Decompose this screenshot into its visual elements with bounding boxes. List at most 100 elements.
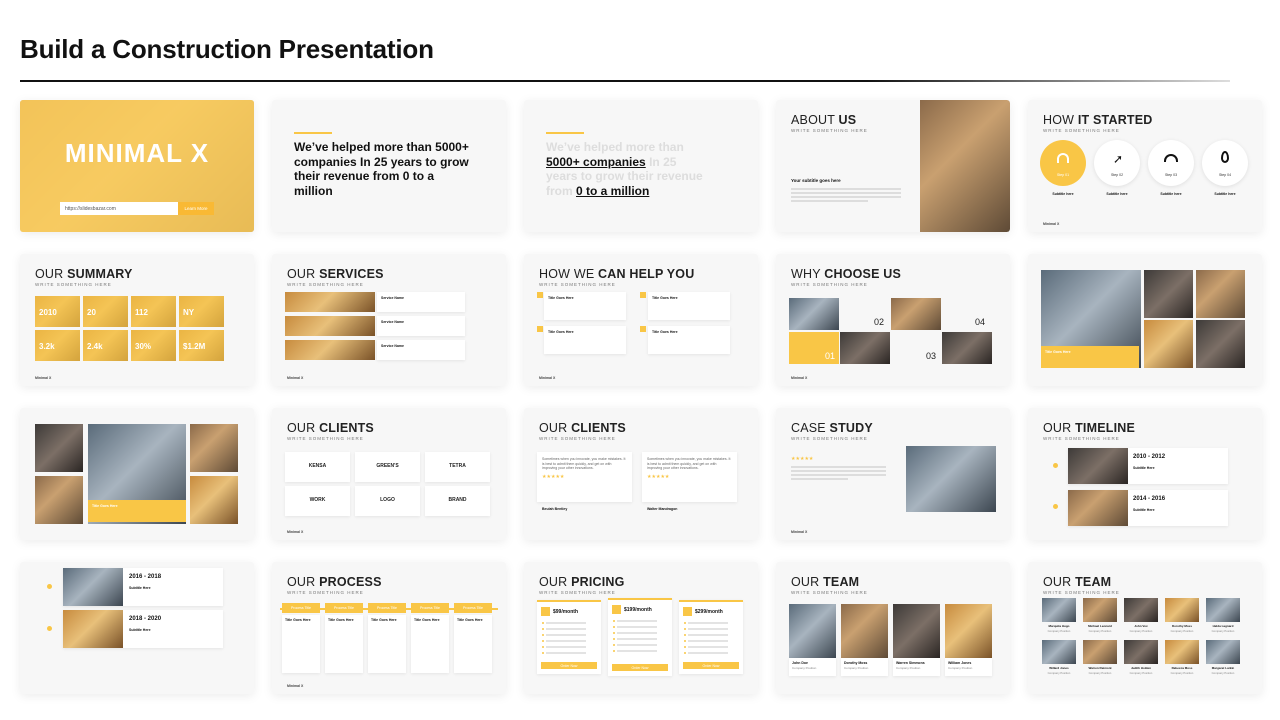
photo-caption: Title Goes Here	[1045, 350, 1071, 354]
why-photo	[789, 298, 839, 330]
step-circle-2: ➚ Step 02	[1094, 140, 1140, 186]
service-photo	[285, 316, 375, 336]
cover-learn-button[interactable]: Learn More	[178, 202, 214, 215]
pricing-bullet	[684, 640, 686, 642]
photo-caption-box: Title Goes Here	[88, 500, 186, 522]
slide-subheading: WRITE SOMETHING HERE	[287, 282, 364, 287]
pricing-order-label: Order Now	[702, 663, 720, 668]
slide-clients-1[interactable]: OUR CLIENTS WRITE SOMETHING HERE KENSA GR…	[272, 408, 506, 540]
summary-value: 2.4k	[87, 342, 103, 351]
slide-pricing[interactable]: OUR PRICING WRITE SOMETHING HERE $99/mon…	[524, 562, 758, 694]
slide-stats-dark[interactable]: We’ve helped more than 5000+ companies I…	[272, 100, 506, 232]
slide-subheading: WRITE SOMETHING HERE	[1043, 128, 1120, 133]
slide-subheading: WRITE SOMETHING HERE	[539, 436, 616, 441]
pricing-feature	[617, 638, 657, 640]
star-rating: ★★★★★	[647, 473, 670, 480]
slide-footer: Minimal X	[287, 684, 304, 688]
pricing-bullet	[684, 646, 686, 648]
slide-footer: Minimal X	[287, 376, 304, 380]
slide-heading: OUR SERVICES	[287, 267, 384, 281]
pricing-bullet	[542, 652, 544, 654]
slide-heading: OUR SUMMARY	[35, 267, 133, 281]
pricing-bullet	[542, 634, 544, 636]
team-name: Rebecca Moss	[1171, 666, 1193, 670]
step-subtitle: Subtitle here	[1106, 192, 1128, 196]
cover-title: MINIMAL X	[64, 138, 210, 168]
slide-process[interactable]: OUR PROCESS WRITE SOMETHING HERE Process…	[272, 562, 506, 694]
timeline-card: 2016 - 2018 Subtitle Here	[63, 568, 223, 606]
process-card: Title Goes Here	[325, 615, 363, 673]
step-subtitle: Subtitle here	[1052, 192, 1074, 196]
timeline-subtitle: Subtitle Here	[129, 628, 151, 632]
team-position: Company Position	[792, 666, 817, 670]
process-item-title: Title Goes Here	[371, 618, 397, 622]
timeline-photo	[1068, 490, 1128, 526]
slide-summary[interactable]: OUR SUMMARY WRITE SOMETHING HERE 2010 20 1…	[20, 254, 254, 386]
slide-team-2[interactable]: OUR TEAM WRITE SOMETHING HERE Marquita H…	[1028, 562, 1262, 694]
summary-tiles: 2010 20 112 NY 3.2k 2.4k 30% $1.2M	[35, 296, 225, 362]
team-position: Company Position	[1211, 629, 1235, 633]
slide-help[interactable]: HOW WE CAN HELP YOU WRITE SOMETHING HERE…	[524, 254, 758, 386]
team-name: John Vox	[1134, 624, 1148, 628]
step-label: Step 01	[1056, 173, 1070, 177]
stats-highlight1: 5000+ companies	[546, 154, 646, 169]
slide-photos-1[interactable]: Title Goes Here	[1028, 254, 1262, 386]
timeline-dot	[47, 584, 52, 589]
slide-cover[interactable]: MINIMAL X https://slidesbazar.com Learn …	[20, 100, 254, 232]
team-photo	[1206, 598, 1240, 622]
pricing-bullet	[684, 622, 686, 624]
pricing-bullet	[613, 644, 615, 646]
slide-about[interactable]: ABOUT US WRITE SOMETHING HERE Your subti…	[776, 100, 1010, 232]
help-card: Title Goes Here	[648, 326, 730, 354]
team-position: Company Position	[1170, 629, 1194, 633]
slide-case-study[interactable]: CASE STUDY WRITE SOMETHING HERE ★★★★★ Mi…	[776, 408, 1010, 540]
slide-photos-2[interactable]: Title Goes Here	[20, 408, 254, 540]
team-name: William Jones	[948, 661, 972, 665]
photo-caption: Title Goes Here	[92, 504, 118, 508]
pricing-feature	[617, 644, 657, 646]
title-divider	[20, 80, 1230, 82]
team-position: Company Position	[1129, 671, 1153, 675]
process-card: Title Goes Here	[282, 615, 320, 673]
summary-value: 112	[135, 308, 148, 317]
step-circle-4: Step 04	[1202, 140, 1248, 186]
help-marker	[537, 292, 543, 298]
service-card: Service Name	[377, 292, 465, 312]
team-photo	[1124, 640, 1158, 664]
summary-value: 30%	[135, 342, 152, 351]
process-step-label: Process Title	[376, 606, 398, 610]
pricing-order-button[interactable]: Order Now	[612, 664, 668, 671]
pricing-price: $299/month	[695, 609, 723, 615]
slide-stats-light[interactable]: We’ve helped more than 5000+ companies I…	[524, 100, 758, 232]
timeline-period: 2018 - 2020	[129, 616, 162, 622]
stats-light-text: We’ve helped more than 5000+ companies I…	[546, 140, 736, 198]
slide-timeline-2[interactable]: 2016 - 2018 Subtitle Here 2018 - 2020 Su…	[20, 562, 254, 694]
photo-small	[35, 424, 83, 472]
team-name: Warren Reimont	[1088, 666, 1112, 670]
team-name: Dorothy Moss	[1171, 624, 1192, 628]
pricing-order-button[interactable]: Order Now	[683, 662, 739, 669]
client-logo-card: GREEN'S	[355, 452, 420, 482]
pricing-bullet	[542, 622, 544, 624]
slide-why[interactable]: WHY CHOOSE US WRITE SOMETHING HERE 01 02…	[776, 254, 1010, 386]
help-item-title: Title Goes Here	[548, 296, 574, 300]
slide-team-1[interactable]: OUR TEAM WRITE SOMETHING HERE John Doe Co…	[776, 562, 1010, 694]
pricing-card: $99/month Order Now	[537, 600, 601, 674]
slide-services[interactable]: OUR SERVICES WRITE SOMETHING HERE Servic…	[272, 254, 506, 386]
why-number: 01	[825, 351, 836, 361]
client-logo: BRAND	[448, 497, 467, 503]
slide-clients-2[interactable]: OUR CLIENTS WRITE SOMETHING HERE Sometim…	[524, 408, 758, 540]
process-item-title: Title Goes Here	[285, 618, 311, 622]
testimonial-quote: Sometimes when you innovate, you make mi…	[542, 457, 626, 470]
team-position: Company Position	[1088, 671, 1112, 675]
team-position: Company Position	[948, 666, 973, 670]
pricing-bullet	[542, 628, 544, 630]
pricing-order-button[interactable]: Order Now	[541, 662, 597, 669]
slide-timeline-1[interactable]: OUR TIMELINE WRITE SOMETHING HERE 2010 -…	[1028, 408, 1262, 540]
cover-url-input[interactable]: https://slidesbazar.com	[60, 202, 178, 215]
team-name: Margaret Larkin	[1211, 666, 1235, 670]
photo-small	[1144, 270, 1193, 318]
why-photo	[840, 332, 890, 364]
slide-how-started[interactable]: HOW IT STARTED WRITE SOMETHING HERE Step…	[1028, 100, 1262, 232]
accent-line	[294, 132, 332, 134]
